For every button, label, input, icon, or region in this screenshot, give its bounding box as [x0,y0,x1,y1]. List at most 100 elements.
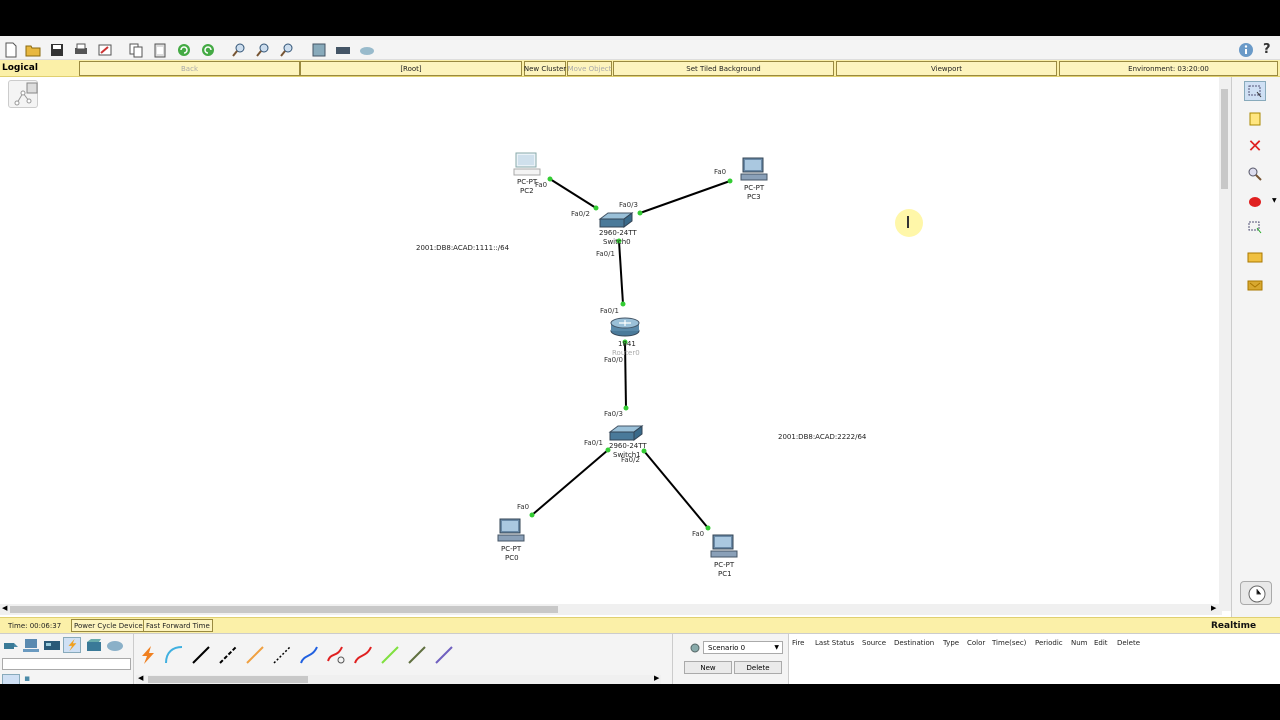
network-note-top[interactable]: 2001:DB8:ACAD:1111::/64 [416,244,509,252]
octal-cable-icon[interactable] [379,644,401,666]
device-type-thumbnail-icon[interactable] [2,674,20,684]
link-switch0-pc3[interactable] [639,180,731,214]
workspace-horizontal-scrollbar[interactable]: ◀ ▶ [0,604,1222,615]
end-devices-category-icon[interactable] [22,637,40,653]
realtime-clock-icon[interactable] [1240,581,1272,605]
environment-button[interactable]: Environment: 03:20:00 [1059,61,1278,76]
connection-list-scrollbar[interactable]: ◀ ▶ [136,674,661,684]
move-object-button[interactable]: Move Object [567,61,612,76]
scroll-right-icon[interactable]: ▶ [1211,604,1216,612]
serial-dce-icon[interactable] [325,644,347,666]
new-scenario-button[interactable]: New [684,661,732,674]
network-note-bottom[interactable]: 2001:DB8:ACAD:2222/64 [778,433,866,441]
topology-links [529,176,733,531]
iot-custom-cable-icon[interactable] [406,644,428,666]
root-button[interactable]: [Root] [300,61,522,76]
realtime-mode-label[interactable]: Realtime [1211,621,1256,631]
draw-shape-icon[interactable] [1244,191,1266,211]
fast-forward-time-button[interactable]: Fast Forward Time [143,619,213,632]
copy-icon[interactable] [127,41,145,59]
main-toolbar: ? [0,40,1280,60]
resize-shape-icon[interactable] [1244,218,1266,238]
zoom-out-icon[interactable] [278,41,296,59]
help-icon[interactable]: ? [1263,42,1279,58]
scroll-left-icon[interactable]: ◀ [2,604,7,612]
scenario-select[interactable]: Scenario 0 ▼ [703,641,783,654]
set-tiled-background-button[interactable]: Set Tiled Background [613,61,834,76]
scroll-thumb[interactable] [148,676,308,683]
status-bar: Time: 00:06:37 Power Cycle Devices Fast … [0,617,1280,633]
select-tool-icon[interactable] [1244,81,1266,101]
serial-dte-icon[interactable] [352,644,374,666]
copper-cross-over-icon[interactable] [217,644,239,666]
misc-category-icon[interactable] [85,637,103,653]
redo-icon[interactable] [199,41,217,59]
right-tools-panel: ✕ ▼ [1231,77,1280,617]
pc3-device-icon[interactable] [740,157,768,183]
port-label: Fa0/0 [604,356,623,364]
viewport-button[interactable]: Viewport [836,61,1057,76]
link-switch0-router0[interactable] [618,240,624,305]
switch1-model-label: 2960-24TT [609,442,647,450]
link-pc2-switch0[interactable] [549,178,597,209]
new-cluster-button[interactable]: New Cluster [524,61,566,76]
scroll-right-icon[interactable]: ▶ [654,674,659,682]
auto-connection-icon[interactable] [136,644,158,666]
pc0-device-icon[interactable] [497,518,525,544]
switch1-device-icon[interactable] [608,424,644,442]
device-search-input[interactable] [2,658,131,670]
logical-workspace[interactable]: PC-PT PC2 PC-PT PC3 2960-24TT Switch0 18… [0,77,1222,604]
add-complex-pdu-icon[interactable] [1244,275,1266,295]
link-up-indicator [705,525,711,531]
coaxial-cable-icon[interactable] [298,644,320,666]
print-icon[interactable] [72,41,90,59]
horizontal-scroll-thumb[interactable] [10,606,558,613]
pdu-column-header: Last Status [815,639,855,647]
paste-icon[interactable] [151,41,169,59]
link-up-indicator [593,205,599,211]
logical-nav-bar: Logical Back [Root] New Cluster Move Obj… [0,60,1280,77]
workspace-vertical-scrollbar[interactable] [1219,77,1231,611]
save-icon[interactable] [48,41,66,59]
pc2-device-icon[interactable] [513,152,541,178]
link-switch1-pc1[interactable] [643,450,709,529]
connections-category-icon[interactable] [63,637,81,653]
chevron-down-icon[interactable]: ▼ [1272,197,1277,204]
note-tool-icon[interactable] [1244,109,1266,129]
delete-scenario-button[interactable]: Delete [734,661,782,674]
phone-cable-icon[interactable] [271,644,293,666]
activity-wizard-icon[interactable] [96,41,114,59]
vertical-scroll-thumb[interactable] [1221,89,1228,189]
logical-mode-label[interactable]: Logical [2,63,38,73]
cloud-icon[interactable] [358,41,376,59]
components-category-icon[interactable] [43,637,61,653]
pc1-device-icon[interactable] [710,534,738,560]
new-file-icon[interactable] [2,41,20,59]
add-simple-pdu-icon[interactable] [1244,247,1266,267]
scroll-left-icon[interactable]: ◀ [138,674,143,682]
palette-icon[interactable] [310,41,328,59]
open-folder-icon[interactable] [24,41,42,59]
delete-tool-icon[interactable]: ✕ [1244,136,1266,157]
fiber-icon[interactable] [244,644,266,666]
multiuser-cloud-icon[interactable] [106,637,124,653]
back-button[interactable]: Back [79,61,300,76]
inspect-tool-icon[interactable] [1244,164,1266,184]
undo-icon[interactable] [175,41,193,59]
usb-cable-icon[interactable] [433,644,455,666]
switch0-device-icon[interactable] [598,211,634,229]
power-cycle-devices-button[interactable]: Power Cycle Devices [71,619,150,632]
zoom-reset-icon[interactable] [254,41,272,59]
info-icon[interactable] [1238,42,1254,58]
network-devices-category-icon[interactable] [2,637,20,653]
simulation-time: Time: 00:06:37 [8,621,62,630]
custom-device-icon[interactable] [334,41,352,59]
router0-device-icon[interactable] [609,317,641,337]
device-type-thumbnail-icon[interactable]: ▪ [24,674,42,684]
copper-straight-through-icon[interactable] [190,644,212,666]
console-cable-icon[interactable] [163,644,185,666]
link-up-indicator [547,176,553,182]
zoom-in-icon[interactable] [230,41,248,59]
link-switch1-pc0[interactable] [531,449,609,516]
port-label: Fa0/3 [619,201,638,209]
